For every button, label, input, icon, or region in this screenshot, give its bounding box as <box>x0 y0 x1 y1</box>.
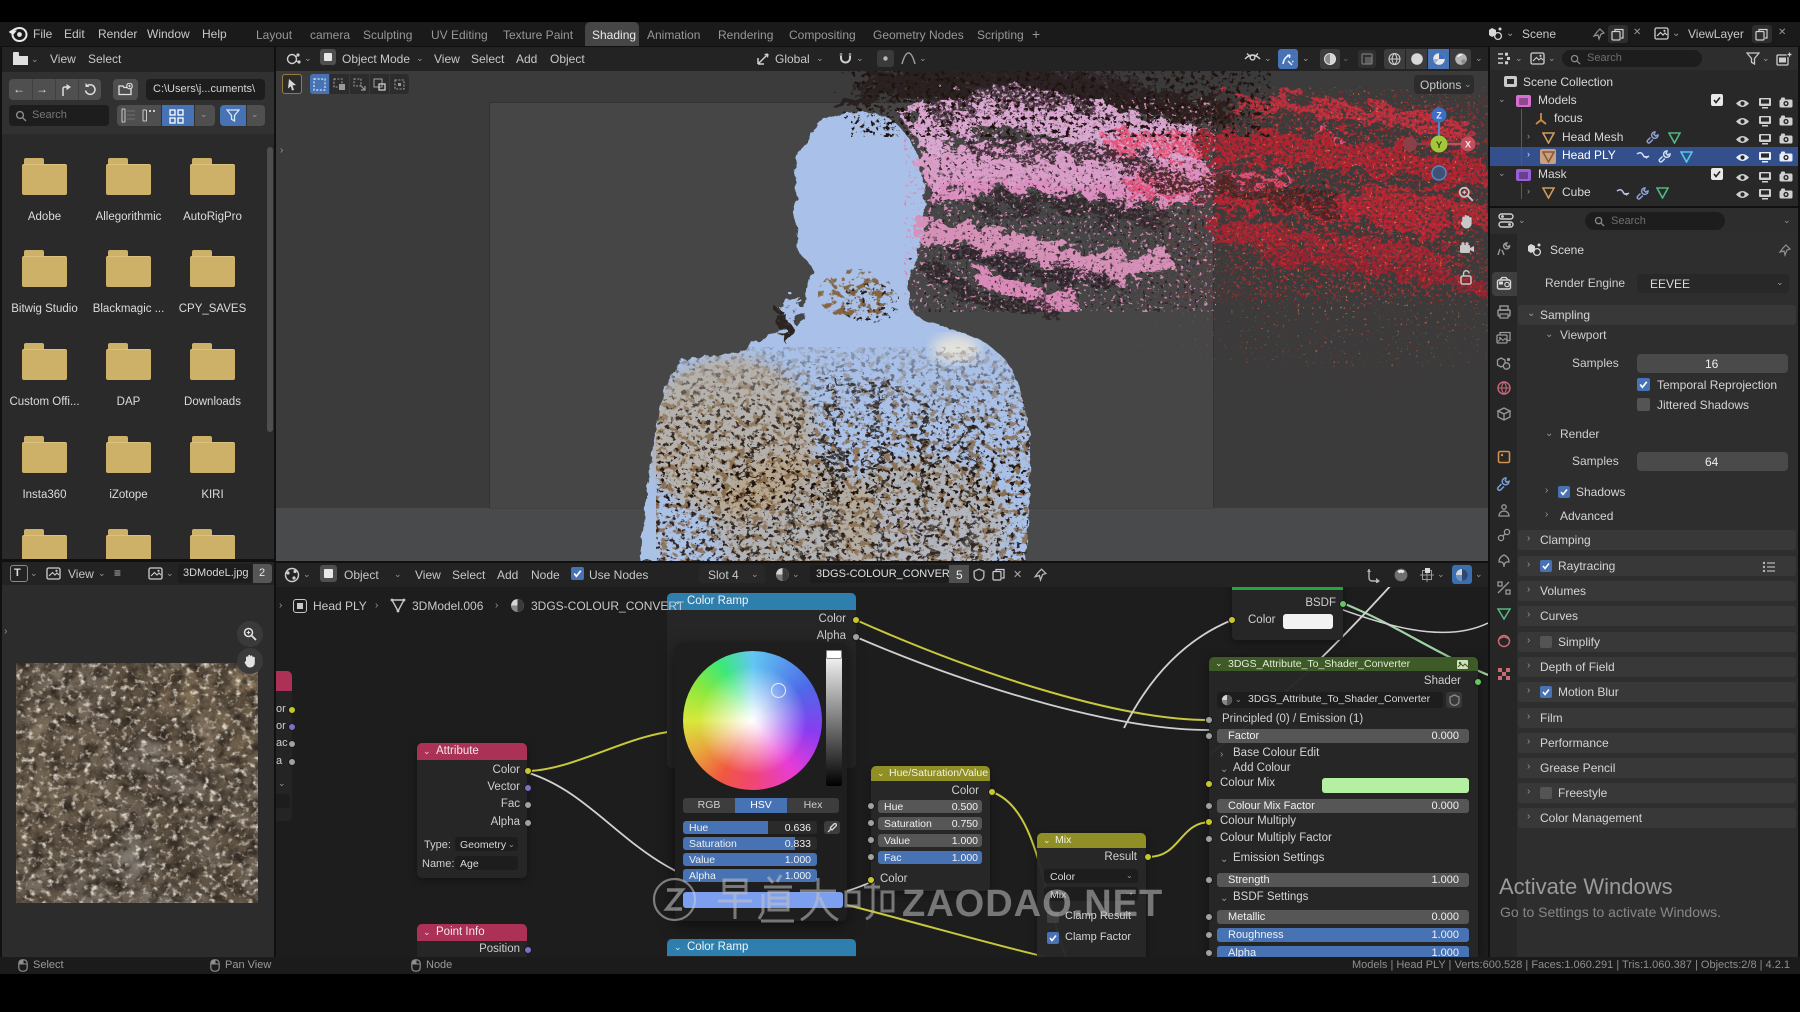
svg-text:Z: Z <box>1436 111 1442 121</box>
svg-text:X: X <box>1465 140 1471 150</box>
svg-text:Y: Y <box>1436 140 1443 151</box>
